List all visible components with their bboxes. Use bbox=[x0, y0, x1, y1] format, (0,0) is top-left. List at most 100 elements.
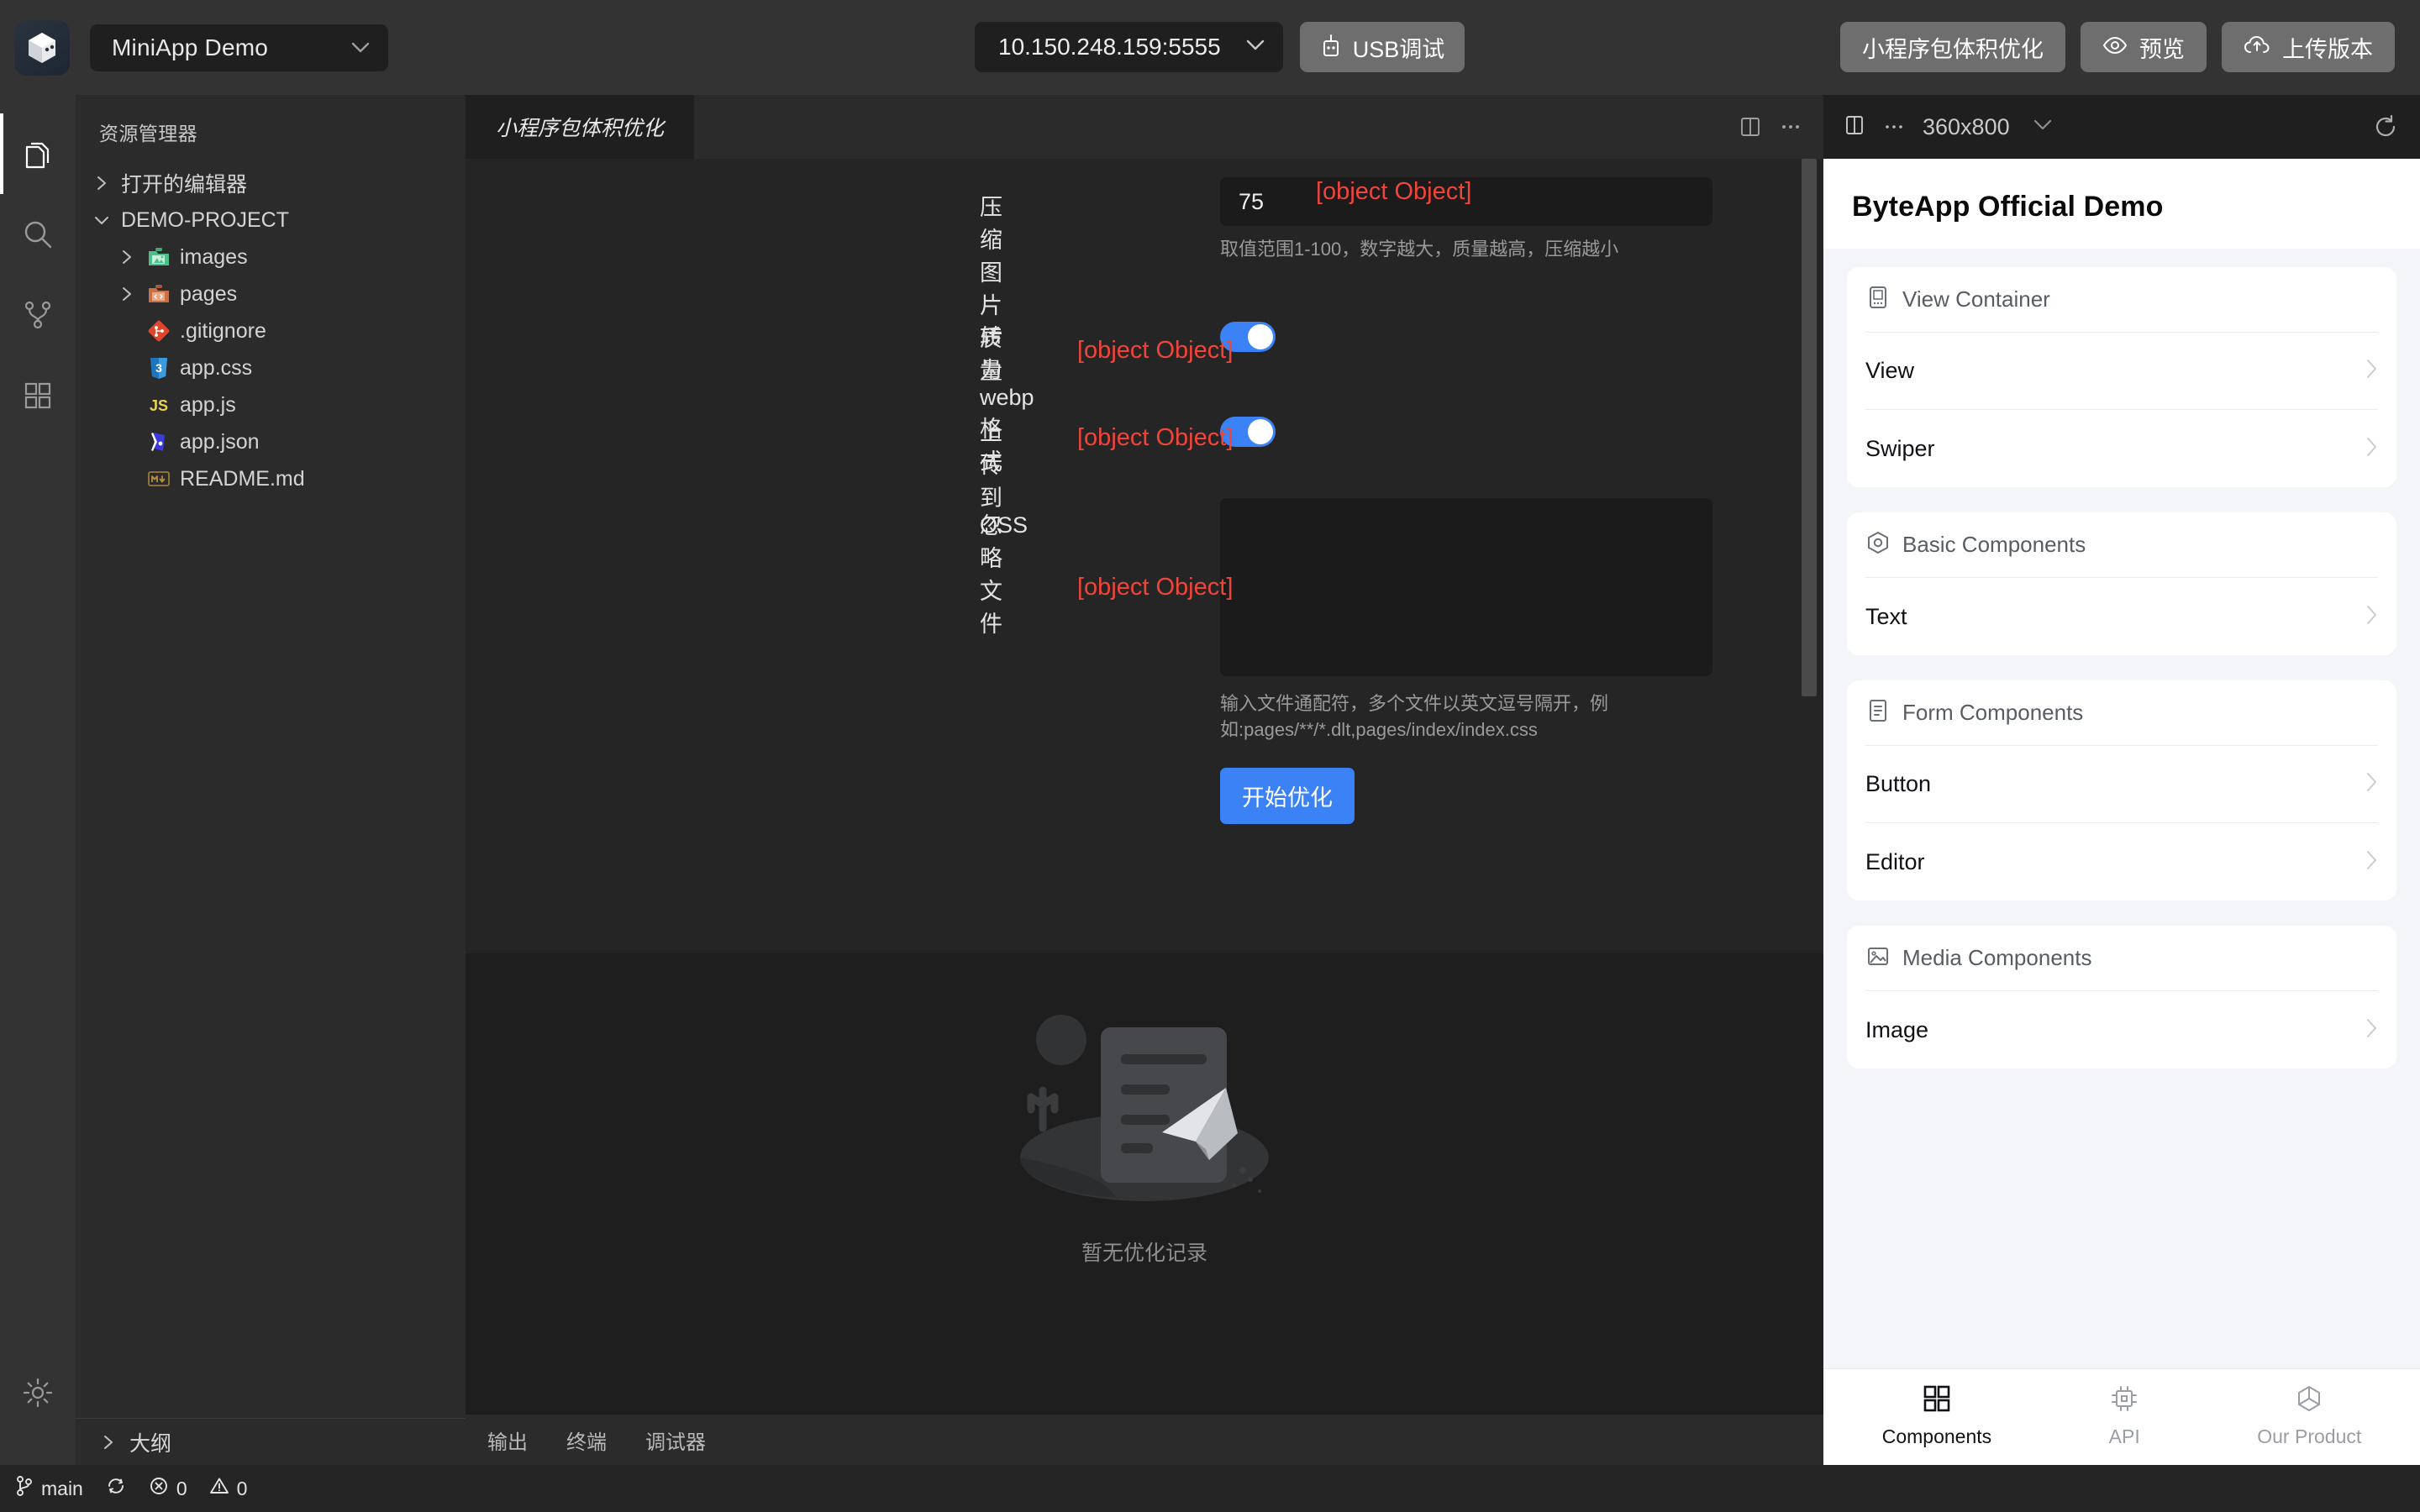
list-item[interactable]: Image bbox=[1865, 991, 2378, 1068]
preview-size-value[interactable]: 360x800 bbox=[1923, 114, 2010, 140]
device-address-selector[interactable]: 10.150.248.159:5555 bbox=[975, 22, 1283, 72]
list-item-label: Editor bbox=[1865, 848, 1925, 874]
upload-version-button[interactable]: 上传版本 bbox=[2222, 22, 2395, 72]
panel-tab-terminal[interactable]: 终端 bbox=[566, 1425, 607, 1455]
status-sync[interactable] bbox=[105, 1475, 127, 1502]
chevron-down-icon bbox=[91, 214, 113, 226]
project-selector[interactable]: MiniApp Demo bbox=[90, 24, 388, 71]
split-editor-icon[interactable] bbox=[1739, 116, 1761, 138]
panel-layout-icon[interactable] bbox=[1844, 114, 1865, 140]
package-optimize-button[interactable]: 小程序包体积优化 bbox=[1840, 22, 2065, 72]
list-item[interactable]: Swiper bbox=[1865, 410, 2378, 487]
sidebar-item-settings[interactable] bbox=[0, 1352, 76, 1433]
ignore-files-hint: 输入文件通配符，多个文件以英文逗号隔开，例如:pages/**/*.dlt,pa… bbox=[1220, 693, 1609, 741]
status-branch[interactable]: main bbox=[15, 1475, 83, 1502]
usb-debug-label: USB调试 bbox=[1352, 36, 1445, 62]
list-item[interactable]: Text bbox=[1865, 578, 2378, 655]
tree-item-app-json[interactable]: app.json bbox=[76, 423, 466, 460]
css3-icon: 3 bbox=[146, 355, 171, 381]
markdown-icon bbox=[146, 466, 171, 491]
panel-tab-debugger[interactable]: 调试器 bbox=[645, 1425, 706, 1455]
search-icon bbox=[22, 218, 54, 250]
list-item[interactable]: View bbox=[1865, 333, 2378, 410]
preview-button[interactable]: 预览 bbox=[2081, 22, 2207, 72]
card-view-container: View Container View Swiper bbox=[1847, 267, 2396, 487]
tree-label: 打开的编辑器 bbox=[121, 173, 248, 197]
files-icon bbox=[22, 137, 54, 171]
chevron-right-icon bbox=[2365, 358, 2378, 384]
list-item[interactable]: Editor bbox=[1865, 823, 2378, 900]
tree-label: .gitignore bbox=[180, 318, 266, 343]
explorer-panel: 资源管理器 打开的编辑器 DEMO-PROJECT images pages .… bbox=[76, 95, 466, 1465]
phone-nav-title: ByteApp Official Demo bbox=[1852, 191, 2164, 223]
card-form-components: Form Components Button Editor bbox=[1847, 680, 2396, 900]
tree-item-app-css[interactable]: 3 app.css bbox=[76, 349, 466, 386]
card-header: Form Components bbox=[1865, 680, 2378, 746]
status-errors[interactable]: 0 bbox=[149, 1476, 187, 1501]
chevron-right-icon bbox=[2365, 604, 2378, 630]
tree-item-folder-pages[interactable]: pages bbox=[76, 276, 466, 312]
tab-package-optimize[interactable]: 小程序包体积优化 bbox=[466, 95, 695, 159]
usb-debug-button[interactable]: USB调试 bbox=[1299, 22, 1465, 72]
editor-scrollbar[interactable] bbox=[1802, 159, 1817, 696]
sidebar-item-search[interactable] bbox=[0, 194, 76, 275]
ignore-files-textarea[interactable] bbox=[1220, 498, 1712, 676]
status-warnings[interactable]: 0 bbox=[209, 1476, 248, 1501]
preview-label: 预览 bbox=[2139, 36, 2185, 62]
tab-label: Our Product bbox=[2257, 1425, 2362, 1447]
list-item[interactable]: Button bbox=[1865, 746, 2378, 823]
compress-quality-hint: 取值范围1-100，数字越大，质量越高，压缩越小 bbox=[1220, 239, 1619, 260]
card-header: Basic Components bbox=[1865, 512, 2378, 578]
status-bar: main 0 0 bbox=[0, 1465, 2420, 1512]
sidebar-item-explorer[interactable] bbox=[0, 113, 76, 194]
cloud-upload-icon bbox=[2244, 35, 2270, 60]
status-warnings-count: 0 bbox=[236, 1477, 248, 1499]
device-controls: 10.150.248.159:5555 USB调试 bbox=[975, 22, 1465, 72]
chevron-down-icon bbox=[351, 42, 370, 53]
activity-bar bbox=[0, 95, 76, 1465]
tab-components[interactable]: Components bbox=[1882, 1384, 1991, 1448]
hexagon-icon bbox=[2295, 1384, 2323, 1417]
preview-toolbar: 360x800 bbox=[1823, 95, 2420, 159]
tree-item-folder-images[interactable]: images bbox=[76, 239, 466, 276]
explorer-title: 资源管理器 bbox=[99, 123, 197, 144]
tree-item-app-js[interactable]: JS app.js bbox=[76, 386, 466, 423]
warning-icon bbox=[209, 1476, 229, 1501]
main-body: 资源管理器 打开的编辑器 DEMO-PROJECT images pages .… bbox=[0, 95, 2420, 1465]
tab-api[interactable]: API bbox=[2109, 1384, 2140, 1448]
grid-icon bbox=[23, 381, 53, 411]
outline-section[interactable]: 大纲 bbox=[76, 1418, 466, 1465]
status-errors-count: 0 bbox=[176, 1477, 187, 1499]
preview-panel: 360x800 ByteApp Official Demo View Conta… bbox=[1823, 95, 2420, 1465]
media-components-icon bbox=[1865, 943, 1891, 973]
tree-item-readme-md[interactable]: README.md bbox=[76, 460, 466, 497]
sidebar-item-source-control[interactable] bbox=[0, 275, 76, 355]
basic-components-icon bbox=[1865, 530, 1891, 559]
card-title: Media Components bbox=[1902, 945, 2092, 970]
tree-section-demo-project[interactable]: DEMO-PROJECT bbox=[76, 202, 466, 239]
titlebar-actions: 小程序包体积优化 预览 上传版本 bbox=[1840, 22, 2395, 72]
panel-tab-output[interactable]: 输出 bbox=[487, 1425, 528, 1455]
chip-icon bbox=[2110, 1384, 2139, 1417]
tree-label: DEMO-PROJECT bbox=[121, 207, 289, 232]
refresh-icon[interactable] bbox=[2373, 114, 2398, 139]
chevron-right-icon bbox=[2365, 436, 2378, 462]
list-item-label: View bbox=[1865, 358, 1915, 383]
error-icon bbox=[149, 1476, 169, 1501]
tree-item-gitignore[interactable]: .gitignore bbox=[76, 312, 466, 349]
chevron-down-icon[interactable] bbox=[2033, 119, 2052, 134]
ellipsis-icon[interactable] bbox=[1780, 123, 1802, 131]
view-container-icon bbox=[1865, 285, 1891, 314]
tree-section-open-editors[interactable]: 打开的编辑器 bbox=[76, 165, 466, 202]
card-media-components: Media Components Image bbox=[1847, 926, 2396, 1068]
git-icon bbox=[146, 318, 171, 344]
annotation-3: [object Object] bbox=[1077, 424, 1234, 451]
tab-our-product[interactable]: Our Product bbox=[2257, 1384, 2361, 1448]
svg-text:JS: JS bbox=[150, 397, 168, 414]
phone-tab-bar: Components API Our Product bbox=[1823, 1368, 2420, 1465]
sidebar-item-extensions[interactable] bbox=[0, 355, 76, 436]
start-optimize-button[interactable]: 开始优化 bbox=[1220, 768, 1355, 825]
ellipsis-icon[interactable] bbox=[1884, 119, 1904, 134]
svg-text:3: 3 bbox=[155, 361, 162, 375]
phone-content: View Container View Swiper Basic Compone… bbox=[1823, 249, 2420, 1368]
